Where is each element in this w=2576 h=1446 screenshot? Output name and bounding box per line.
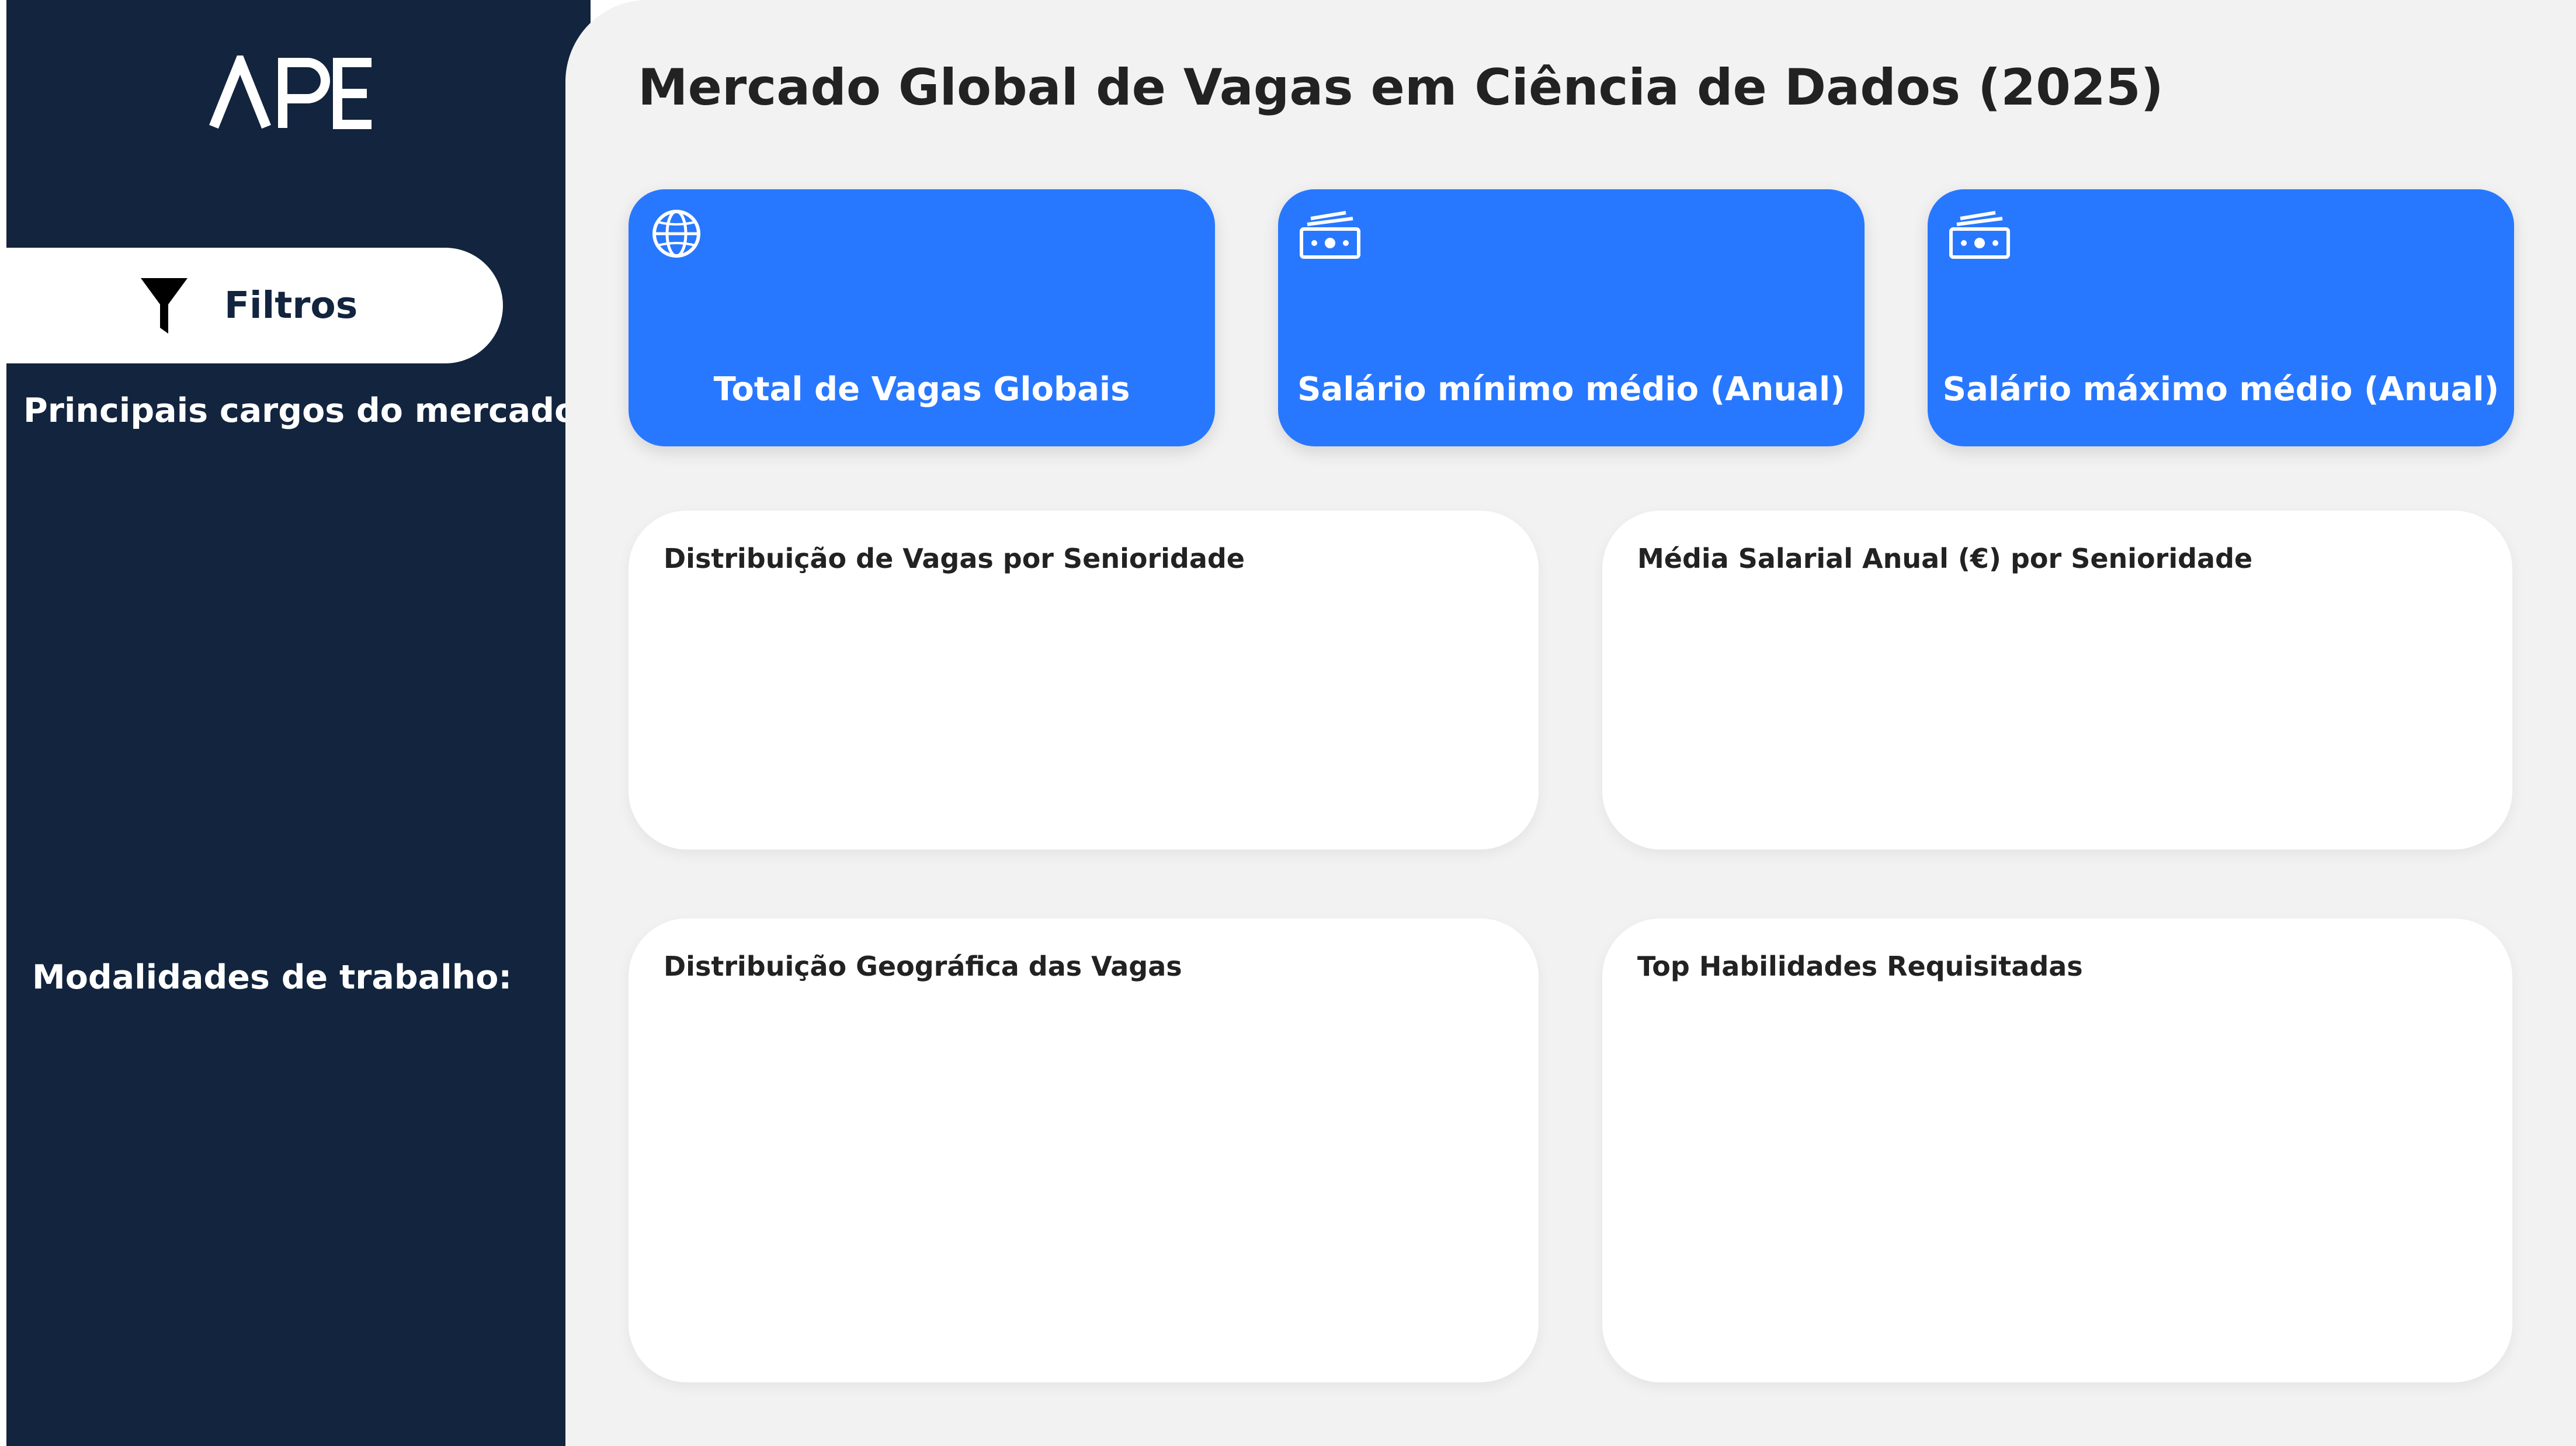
panel-title: Média Salarial Anual (€) por Senioridade (1637, 543, 2253, 574)
globe-icon (652, 210, 700, 258)
kpi-card-max-salary: Salário máximo médio (Anual) (1928, 189, 2514, 446)
ape-logo (209, 56, 372, 129)
panel-jobs-by-seniority: Distribuição de Vagas por Senioridade (629, 511, 1539, 849)
filters-button[interactable]: Filtros (6, 248, 503, 363)
panel-top-skills: Top Habilidades Requisitadas (1602, 918, 2512, 1382)
panel-salary-by-seniority: Média Salarial Anual (€) por Senioridade (1602, 511, 2512, 849)
sidebar (6, 0, 591, 1446)
kpi-label-min-salary: Salário mínimo médio (Anual) (1297, 370, 1845, 408)
panel-geographic-distribution: Distribuição Geográfica das Vagas (629, 918, 1539, 1382)
panel-title: Top Habilidades Requisitadas (1637, 951, 2083, 982)
money-icon (1300, 211, 1360, 259)
roles-filter-label: Principais cargos do mercado: (23, 391, 591, 430)
kpi-card-min-salary: Salário mínimo médio (Anual) (1278, 189, 1865, 446)
panel-title: Distribuição de Vagas por Senioridade (664, 543, 1245, 574)
money-icon (1949, 211, 2010, 259)
kpi-label-max-salary: Salário máximo médio (Anual) (1942, 370, 2499, 408)
kpi-label-total-jobs: Total de Vagas Globais (713, 370, 1130, 408)
filters-label: Filtros (224, 284, 358, 327)
panel-title: Distribuição Geográfica das Vagas (664, 951, 1182, 982)
funnel-icon (141, 278, 188, 334)
work-modes-filter-label: Modalidades de trabalho: (32, 958, 512, 997)
kpi-card-total-jobs: Total de Vagas Globais (629, 189, 1215, 446)
page-title: Mercado Global de Vagas em Ciência de Da… (638, 58, 2164, 117)
